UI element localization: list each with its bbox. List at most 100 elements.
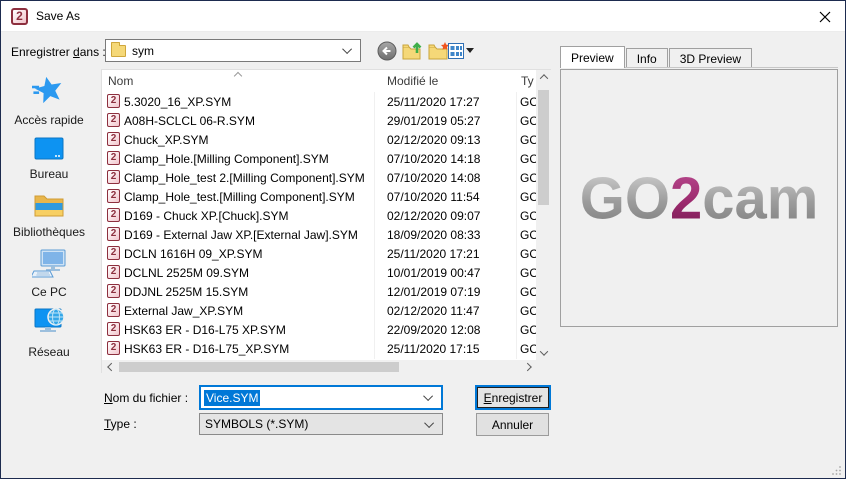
logo-two: 2 xyxy=(670,165,702,231)
sidebar-item-libraries[interactable]: Bibliothèques xyxy=(1,191,97,239)
dropdown-arrow-icon xyxy=(466,48,475,54)
file-row[interactable]: 2 External Jaw_XP.SYM 02/12/2020 11:47 G… xyxy=(102,301,536,320)
file-name: HSK63 ER - D16-L75 XP.SYM xyxy=(124,323,372,337)
file-row[interactable]: 2 D169 - External Jaw XP.[External Jaw].… xyxy=(102,225,536,244)
this-pc-icon xyxy=(32,249,66,279)
file-list: Nom Modifié le Ty 2 5.3020_16_XP.SYM 25/… xyxy=(101,69,551,373)
scroll-down-button[interactable] xyxy=(536,346,551,360)
save-button-label: nregistrer xyxy=(492,391,543,405)
tab-info[interactable]: Info xyxy=(626,48,668,68)
cancel-button[interactable]: Annuler xyxy=(476,413,549,436)
scroll-up-button[interactable] xyxy=(536,70,551,84)
file-row[interactable]: 2 Chuck_XP.SYM 02/12/2020 09:13 GO xyxy=(102,130,536,149)
file-name: DDJNL 2525M 15.SYM xyxy=(124,285,372,299)
file-type: GO xyxy=(520,304,536,318)
go2cam-file-icon: 2 xyxy=(107,94,120,108)
file-name: D169 - Chuck XP.[Chuck].SYM xyxy=(124,209,372,223)
file-name: DCLNL 2525M 09.SYM xyxy=(124,266,372,280)
save-in-value: sym xyxy=(132,44,154,58)
file-row[interactable]: 2 Clamp_Hole.[Milling Component].SYM 07/… xyxy=(102,149,536,168)
go2cam-app-icon: 2 xyxy=(11,8,28,25)
file-row[interactable]: 2 DCLNL 2525M 09.SYM 10/01/2019 00:47 GO xyxy=(102,263,536,282)
libraries-folder-icon xyxy=(33,191,65,219)
go2cam-file-icon: 2 xyxy=(107,208,120,222)
save-button[interactable]: Enregistrer xyxy=(475,385,551,410)
sidebar-item-this-pc[interactable]: Ce PC xyxy=(1,249,97,299)
file-name: HSK63 ER - D16-L75_XP.SYM xyxy=(124,342,372,356)
sidebar-item-desktop[interactable]: Bureau xyxy=(1,137,97,181)
sidebar-item-quick-access[interactable]: Accès rapide xyxy=(1,73,97,127)
vertical-scrollbar-thumb[interactable] xyxy=(538,90,549,205)
file-type: GO xyxy=(520,342,536,356)
filename-combobox[interactable]: Vice.SYM xyxy=(199,385,443,410)
file-modified: 25/11/2020 17:27 xyxy=(387,95,514,109)
file-row[interactable]: 2 HSK63 ER - D16-L75_XP.SYM 25/11/2020 1… xyxy=(102,339,536,358)
file-row[interactable]: 2 D169 - Chuck XP.[Chuck].SYM 02/12/2020… xyxy=(102,206,536,225)
column-header-modified[interactable]: Modifié le xyxy=(387,74,438,88)
file-name: External Jaw_XP.SYM xyxy=(124,304,372,318)
file-row[interactable]: 2 5.3020_16_XP.SYM 25/11/2020 17:27 GO xyxy=(102,92,536,111)
file-name: Clamp_Hole.[Milling Component].SYM xyxy=(124,152,372,166)
go2cam-file-icon: 2 xyxy=(107,341,120,355)
file-name: D169 - External Jaw XP.[External Jaw].SY… xyxy=(124,228,372,242)
preview-panel: GO2cam xyxy=(560,69,838,327)
chevron-down-icon xyxy=(539,347,547,355)
list-header: Nom Modifié le Ty xyxy=(102,70,536,92)
file-row[interactable]: 2 DCLN 1616H 09_XP.SYM 25/11/2020 17:21 … xyxy=(102,244,536,263)
view-menu-grid-icon xyxy=(448,43,464,59)
horizontal-scrollbar[interactable] xyxy=(102,360,536,374)
file-row[interactable]: 2 HSK63 ER - D16-L75 XP.SYM 22/09/2020 1… xyxy=(102,320,536,339)
save-in-label-post: ans : xyxy=(80,45,106,59)
file-modified: 12/01/2019 07:19 xyxy=(387,285,514,299)
file-type: GO xyxy=(520,190,536,204)
resize-grip-icon[interactable] xyxy=(831,465,842,476)
go2cam-file-icon: 2 xyxy=(107,284,120,298)
file-modified: 07/10/2020 14:18 xyxy=(387,152,514,166)
logo-cam: cam xyxy=(702,165,818,231)
sidebar-label: Accès rapide xyxy=(1,113,97,127)
file-type: GO xyxy=(520,209,536,223)
view-menu-button[interactable] xyxy=(445,39,477,63)
sidebar-label: Réseau xyxy=(1,345,97,359)
file-type: GO xyxy=(520,171,536,185)
file-name: Chuck_XP.SYM xyxy=(124,133,372,147)
file-row[interactable]: 2 Clamp_Hole_test 2.[Milling Component].… xyxy=(102,168,536,187)
save-as-dialog: 2 Save As Enregistrer dans : sym xyxy=(0,0,846,479)
file-row[interactable]: 2 Clamp_Hole_test.[Milling Component].SY… xyxy=(102,187,536,206)
quick-access-star-icon xyxy=(32,73,66,107)
file-type: GO xyxy=(520,285,536,299)
close-button[interactable] xyxy=(815,7,835,27)
filetype-label-accel: T xyxy=(104,417,111,431)
tab-preview[interactable]: Preview xyxy=(560,46,625,68)
horizontal-scrollbar-thumb[interactable] xyxy=(119,362,399,372)
filename-value: Vice.SYM xyxy=(204,390,260,406)
tab-3d-preview[interactable]: 3D Preview xyxy=(669,48,752,68)
up-one-level-button[interactable] xyxy=(401,39,425,63)
sort-ascending-icon xyxy=(234,72,242,80)
cancel-button-label: Annuler xyxy=(492,418,533,432)
filetype-value: SYMBOLS (*.SYM) xyxy=(205,417,308,431)
back-button[interactable] xyxy=(375,39,399,63)
go2cam-file-icon: 2 xyxy=(107,132,120,146)
column-header-type[interactable]: Ty xyxy=(521,74,534,88)
scroll-right-button[interactable] xyxy=(521,360,536,374)
save-in-combobox[interactable]: sym xyxy=(105,39,361,62)
sidebar-item-network[interactable]: Réseau xyxy=(1,307,97,359)
filetype-combobox[interactable]: SYMBOLS (*.SYM) xyxy=(199,413,443,435)
vertical-scrollbar[interactable] xyxy=(536,70,551,360)
file-row[interactable]: 2 DDJNL 2525M 15.SYM 12/01/2019 07:19 GO xyxy=(102,282,536,301)
go2cam-file-icon: 2 xyxy=(107,170,120,184)
logo-go: GO xyxy=(580,165,670,231)
sidebar-label: Bibliothèques xyxy=(1,225,97,239)
chevron-down-icon xyxy=(423,391,433,401)
file-row[interactable]: 2 A08H-SCLCL 06-R.SYM 29/01/2019 05:27 G… xyxy=(102,111,536,130)
file-rows: 2 5.3020_16_XP.SYM 25/11/2020 17:27 GO 2… xyxy=(102,92,536,360)
file-modified: 07/10/2020 11:54 xyxy=(387,190,514,204)
file-modified: 02/12/2020 09:07 xyxy=(387,209,514,223)
go2cam-file-icon: 2 xyxy=(107,189,120,203)
file-modified: 02/12/2020 11:47 xyxy=(387,304,514,318)
go2cam-file-icon: 2 xyxy=(107,151,120,165)
scroll-left-button[interactable] xyxy=(102,360,117,374)
scrollbar-corner xyxy=(536,360,551,374)
column-header-name[interactable]: Nom xyxy=(108,74,133,88)
